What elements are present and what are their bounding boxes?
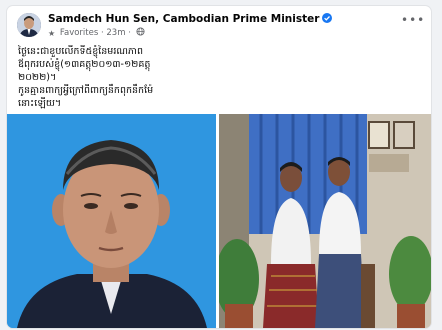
author-avatar[interactable] <box>17 13 41 37</box>
star-icon: ★ <box>48 28 56 38</box>
post-time[interactable]: 23m <box>106 28 125 38</box>
photo-grid <box>7 114 431 328</box>
post-text-line: ឪពុករបស់ខ្ញុំ(១៣គត្តុ២០១៣-១២គត្តុ <box>18 59 151 70</box>
post-text-line: ២០២២)។ <box>18 72 57 83</box>
post-header: Samdech Hun Sen, Cambodian Prime Ministe… <box>7 6 431 40</box>
globe-icon <box>136 27 145 39</box>
post-message: ថ្ងៃនេះជាខួបលើកទី៥ខ្ញុំនៃមរណភាព ឪពុករបស់… <box>18 45 223 110</box>
author-name[interactable]: Samdech Hun Sen, Cambodian Prime Ministe… <box>48 13 333 25</box>
post-meta: ★ Favorites · 23m · <box>48 27 145 39</box>
verified-badge-icon <box>322 13 333 23</box>
portrait-photo[interactable] <box>7 114 216 328</box>
post-card: Samdech Hun Sen, Cambodian Prime Ministe… <box>7 6 431 328</box>
post-text-line: ថ្ងៃនេះជាខួបលើកទី៥ខ្ញុំនៃមរណភាព <box>18 46 144 57</box>
more-options-icon[interactable]: ••• <box>401 14 424 29</box>
post-text-line: កូនគ្មានពាក្យអ្វីក្រៅពីពាក្យនឹកពុកនឹកម៉ែ <box>18 85 154 96</box>
meta-separator-2: · <box>128 28 131 38</box>
couple-photo[interactable] <box>219 114 431 328</box>
author-name-text[interactable]: Samdech Hun Sen, Cambodian Prime Ministe… <box>48 13 319 25</box>
audience-label[interactable]: Favorites <box>60 28 98 38</box>
meta-separator: · <box>100 28 104 38</box>
post-text-line: នោះឡើយ។ <box>18 98 62 109</box>
